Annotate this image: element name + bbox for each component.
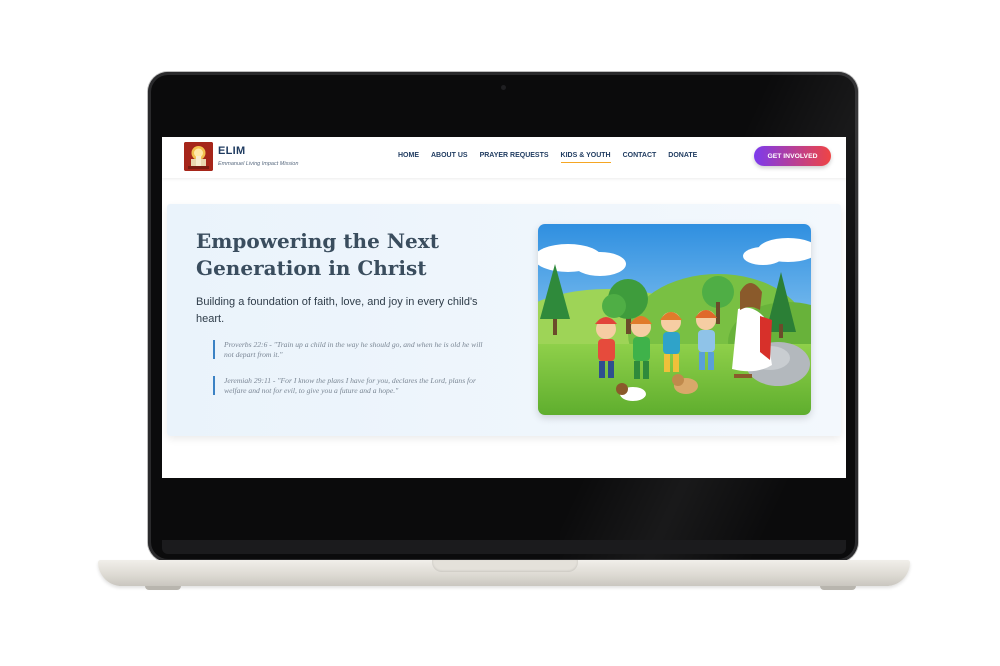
site-tagline: Emmanuel Living Impact Mission [218, 161, 299, 167]
nav-kids-youth[interactable]: KIDS & YOUTH [560, 152, 611, 163]
jesus-with-children-illustration [538, 224, 811, 415]
bible-quote-proverbs: Proverbs 22:6 - "Train up a child in the… [213, 340, 484, 360]
nav-about-us[interactable]: ABOUT US [431, 152, 468, 163]
main-nav: HOME ABOUT US PRAYER REQUESTS KIDS & YOU… [398, 152, 697, 163]
site-header: ELIM Emmanuel Living Impact Mission HOME… [162, 137, 846, 178]
webcam-icon [501, 85, 506, 90]
laptop-foot-left [145, 586, 181, 590]
site-brand-name[interactable]: ELIM [218, 145, 245, 157]
bible-quote-jeremiah: Jeremiah 29:11 - "For I know the plans I… [213, 376, 484, 396]
browser-viewport: ELIM Emmanuel Living Impact Mission HOME… [162, 137, 846, 478]
hero-subtitle: Building a foundation of faith, love, an… [196, 296, 478, 325]
nav-contact[interactable]: CONTACT [623, 152, 657, 163]
site-logo[interactable] [184, 142, 213, 171]
laptop-notch [432, 560, 578, 572]
hero-illustration [538, 224, 811, 415]
laptop-foot-right [820, 586, 856, 590]
nav-home[interactable]: HOME [398, 152, 419, 163]
get-involved-button[interactable]: GET INVOLVED [754, 146, 831, 166]
hero-section: Empowering the Next Generation in Christ… [167, 204, 841, 436]
laptop-bezel [162, 540, 846, 554]
nav-donate[interactable]: DONATE [668, 152, 697, 163]
church-emblem-icon [184, 142, 213, 171]
hero-title: Empowering the Next Generation in Christ [196, 229, 439, 280]
nav-prayer-requests[interactable]: PRAYER REQUESTS [480, 152, 549, 163]
